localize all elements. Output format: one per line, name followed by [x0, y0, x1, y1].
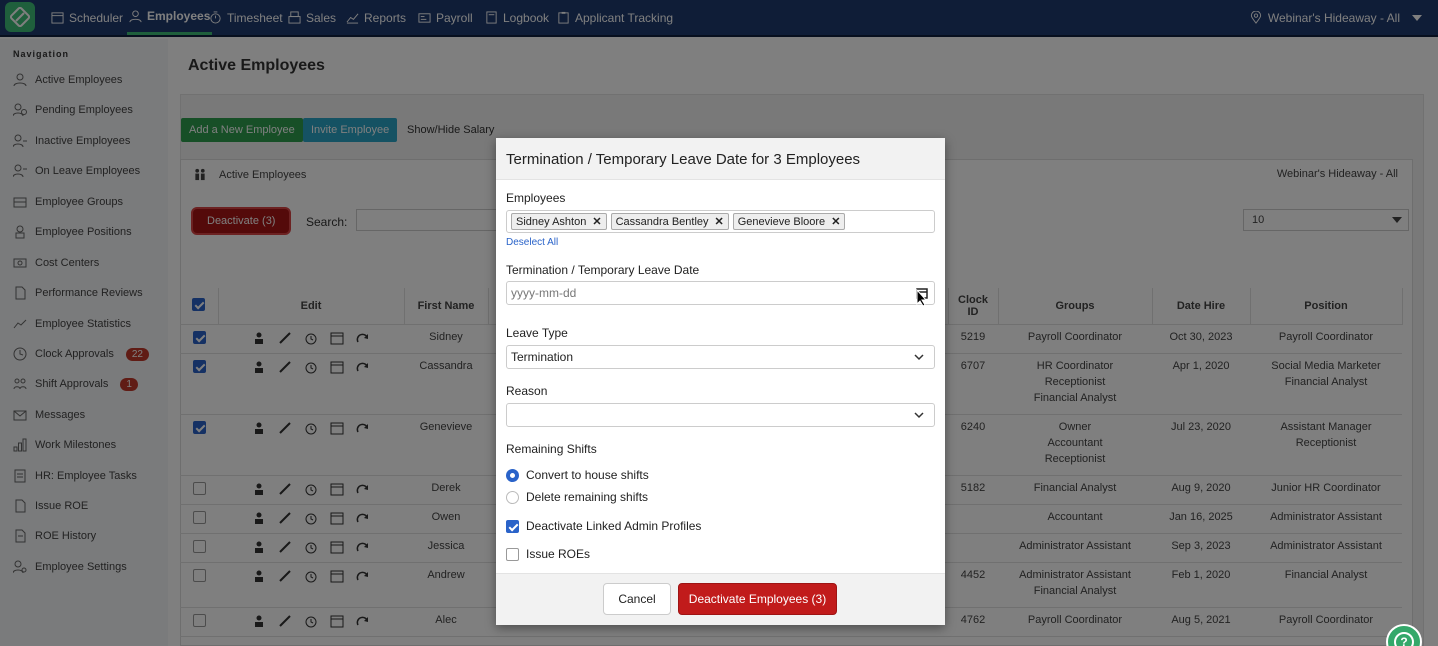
remaining-shifts-label: Remaining Shifts — [506, 442, 597, 456]
mouse-cursor-icon — [916, 289, 928, 307]
employees-label: Employees — [506, 191, 566, 205]
remove-tag-icon[interactable]: ✕ — [831, 215, 840, 228]
cancel-button[interactable]: Cancel — [603, 583, 671, 615]
employee-tag-label: Cassandra Bentley — [615, 215, 709, 228]
leave-type-select[interactable]: Termination — [506, 345, 935, 369]
employees-multiselect[interactable]: Sidney Ashton ✕ Cassandra Bentley ✕ Genevi… — [506, 210, 935, 233]
radio-delete[interactable] — [506, 490, 519, 504]
employee-tag: Genevieve Bloore ✕ — [732, 213, 846, 230]
help-icon: ? — [1394, 632, 1414, 646]
leave-type-value: Termination — [511, 350, 574, 364]
employee-tag: Cassandra Bentley ✕ — [610, 213, 729, 230]
deactivate-linked-checkbox[interactable] — [506, 519, 519, 533]
modal-title: Termination / Temporary Leave Date for 3… — [496, 138, 945, 180]
issue-roes-checkbox[interactable] — [506, 547, 519, 561]
date-label: Termination / Temporary Leave Date — [506, 263, 700, 277]
remove-tag-icon[interactable]: ✕ — [592, 215, 601, 228]
chevron-down-icon — [914, 354, 924, 361]
leave-date-placeholder: yyyy-mm-dd — [511, 286, 577, 300]
delete-shifts-option[interactable]: Delete remaining shifts — [506, 490, 648, 504]
deselect-all-link[interactable]: Deselect All — [506, 237, 558, 248]
modal-footer: Cancel Deactivate Employees (3) — [496, 573, 945, 625]
deactivate-linked-option[interactable]: Deactivate Linked Admin Profiles — [506, 519, 701, 533]
checkbox-label: Issue ROEs — [526, 547, 591, 561]
radio-label: Delete remaining shifts — [526, 490, 649, 504]
deactivate-employees-button[interactable]: Deactivate Employees (3) — [678, 583, 837, 615]
chevron-down-icon — [914, 412, 924, 419]
remove-tag-icon[interactable]: ✕ — [715, 215, 724, 228]
reason-select[interactable] — [506, 403, 935, 427]
radio-convert[interactable] — [506, 468, 519, 482]
issue-roes-option[interactable]: Issue ROEs — [506, 547, 590, 561]
svg-text:?: ? — [1400, 635, 1407, 646]
reason-label: Reason — [506, 384, 548, 398]
termination-modal: Termination / Temporary Leave Date for 3… — [496, 138, 945, 625]
checkbox-label: Deactivate Linked Admin Profiles — [526, 519, 702, 533]
convert-shifts-option[interactable]: Convert to house shifts — [506, 468, 649, 482]
radio-label: Convert to house shifts — [526, 468, 649, 482]
employee-tag-label: Genevieve Bloore — [737, 215, 826, 228]
leave-date-input[interactable]: yyyy-mm-dd — [506, 281, 935, 305]
employee-tag: Sidney Ashton ✕ — [511, 213, 607, 230]
leave-type-label: Leave Type — [506, 326, 568, 340]
employee-tag-label: Sidney Ashton — [516, 215, 587, 228]
